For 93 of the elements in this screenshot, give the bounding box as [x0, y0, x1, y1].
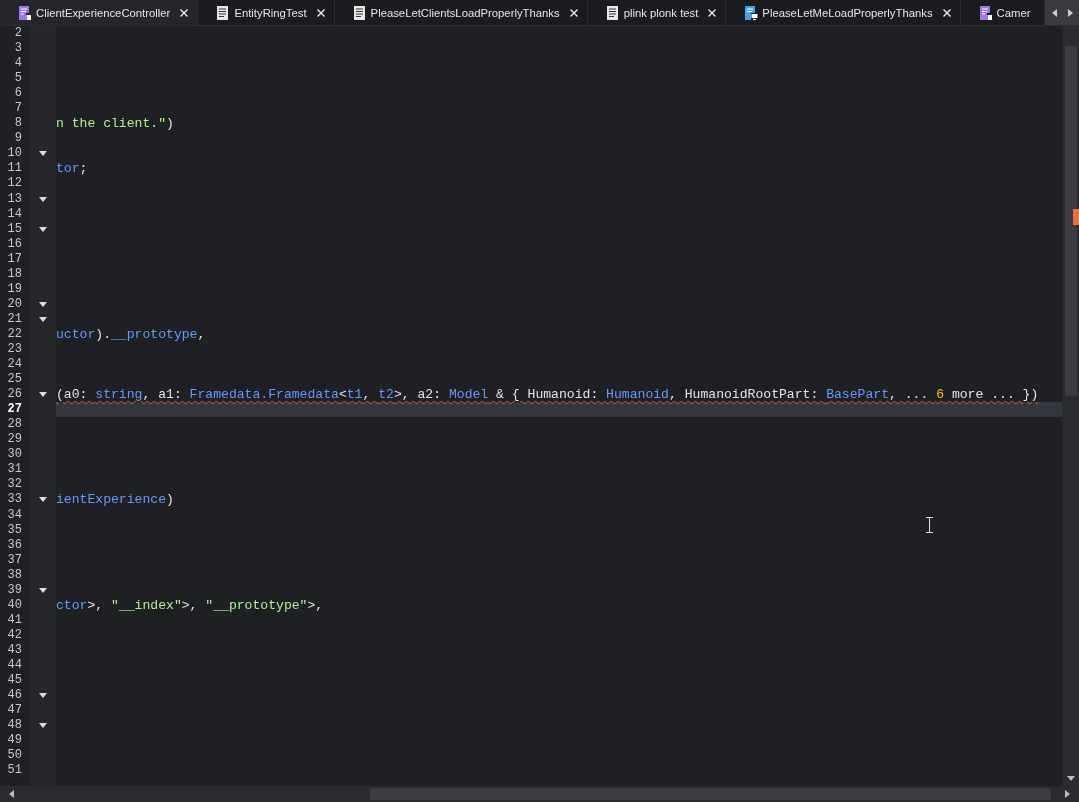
line-number: 19 [6, 281, 23, 297]
line-number: 21 [6, 311, 23, 327]
line-number: 4 [13, 56, 23, 72]
line-number: 7 [13, 101, 23, 117]
line-number: 18 [6, 266, 23, 282]
line-number: 26 [6, 387, 23, 403]
code-line: ientExperience) [56, 492, 174, 508]
code-line: tor; [56, 161, 88, 177]
module-script-icon [978, 4, 993, 21]
script-icon [216, 4, 231, 21]
line-number: 6 [13, 86, 23, 102]
line-number: 10 [6, 146, 23, 162]
text-cursor-icon [926, 517, 933, 533]
close-icon[interactable] [569, 8, 578, 17]
tab-label: EntityRingTest [234, 6, 307, 19]
line-number: 43 [6, 642, 23, 658]
line-number: 38 [6, 567, 23, 583]
code-line: n the client.") [56, 116, 174, 132]
tab-label: Camer [996, 6, 1031, 19]
close-icon[interactable] [942, 8, 951, 17]
close-icon[interactable] [180, 8, 189, 17]
line-number: 9 [13, 131, 23, 147]
line-number: 37 [6, 552, 23, 568]
scroll-right-icon[interactable] [1065, 790, 1071, 798]
code-line: uctor).__prototype, [56, 326, 206, 342]
tab-label: PleaseLetMeLoadProperlyThanks [762, 6, 933, 19]
fold-arrow-icon[interactable] [39, 226, 47, 232]
line-number: 49 [6, 733, 23, 749]
local-script-icon [744, 4, 759, 21]
line-number: 39 [6, 582, 23, 598]
line-number: 20 [6, 296, 23, 312]
line-number: 22 [6, 326, 23, 342]
line-number: 14 [6, 206, 23, 222]
fold-arrow-icon[interactable] [39, 196, 47, 202]
close-icon[interactable] [708, 8, 717, 17]
script-icon [352, 4, 367, 21]
line-number: 35 [6, 522, 23, 538]
line-number: 17 [6, 251, 23, 267]
line-number: 30 [6, 447, 23, 463]
fold-arrow-icon[interactable] [39, 693, 47, 699]
line-number: 41 [6, 612, 23, 628]
line-number: 8 [13, 116, 23, 132]
fold-arrow-icon[interactable] [39, 723, 47, 729]
horizontal-scrollbar[interactable] [0, 786, 1079, 802]
line-number: 31 [6, 462, 23, 478]
line-number: 36 [6, 537, 23, 553]
line-number: 50 [6, 748, 23, 764]
fold-arrow-icon[interactable] [39, 316, 47, 322]
line-number: 40 [6, 597, 23, 613]
scrollbar-thumb[interactable] [1064, 46, 1077, 396]
line-number: 29 [6, 432, 23, 448]
line-number: 34 [6, 507, 23, 523]
editor-tab[interactable]: ClientExperienceController [0, 0, 199, 25]
line-number: 16 [6, 236, 23, 252]
line-number: 3 [13, 41, 23, 57]
line-number: 32 [6, 477, 23, 493]
tab-scroll-buttons[interactable] [1045, 0, 1079, 25]
line-number: 15 [6, 221, 23, 237]
line-number: 5 [13, 71, 23, 87]
script-icon [605, 4, 620, 21]
scroll-down-icon[interactable] [1066, 776, 1075, 782]
tab-label: ClientExperienceController [36, 6, 171, 19]
line-number: 51 [6, 763, 23, 779]
line-number: 2 [13, 26, 23, 42]
close-icon[interactable] [316, 8, 325, 17]
line-number: 28 [6, 417, 23, 433]
line-number: 45 [6, 673, 23, 689]
fold-arrow-icon[interactable] [39, 301, 47, 307]
line-number: 12 [6, 176, 23, 192]
line-number: 25 [6, 372, 23, 388]
error-marker [1073, 209, 1079, 225]
tab-label: PleaseLetClientsLoadProperlyThanks [370, 6, 560, 19]
scroll-left-icon[interactable] [8, 790, 14, 798]
module-script-icon [18, 4, 32, 21]
line-number: 23 [6, 342, 23, 358]
line-number: 47 [6, 703, 23, 719]
line-number: 33 [6, 492, 23, 508]
vertical-scrollbar[interactable] [1062, 26, 1079, 786]
fold-arrow-icon[interactable] [39, 151, 47, 157]
line-number: 44 [6, 657, 23, 673]
code-line: (a0: string, a1: Framedata.Framedata<t1, t2>, a2: Model & { Humanoid: Humanoid, HumanoidRootPart: BasePart, ... 6 more ... }) [56, 387, 1039, 403]
line-number: 27 [6, 402, 23, 418]
code-line: ctor>, "__index">, "__prototype">, [56, 597, 324, 613]
line-number: 13 [6, 191, 23, 207]
tab-label: plink plonk test [623, 6, 699, 19]
line-number: 48 [6, 718, 23, 734]
line-number: 24 [6, 357, 23, 373]
fold-arrow-icon[interactable] [39, 587, 47, 593]
fold-arrow-icon[interactable] [39, 392, 47, 398]
fold-arrow-icon[interactable] [39, 497, 47, 503]
line-number: 42 [6, 627, 23, 643]
line-number: 11 [6, 161, 23, 177]
line-number: 46 [6, 688, 23, 704]
